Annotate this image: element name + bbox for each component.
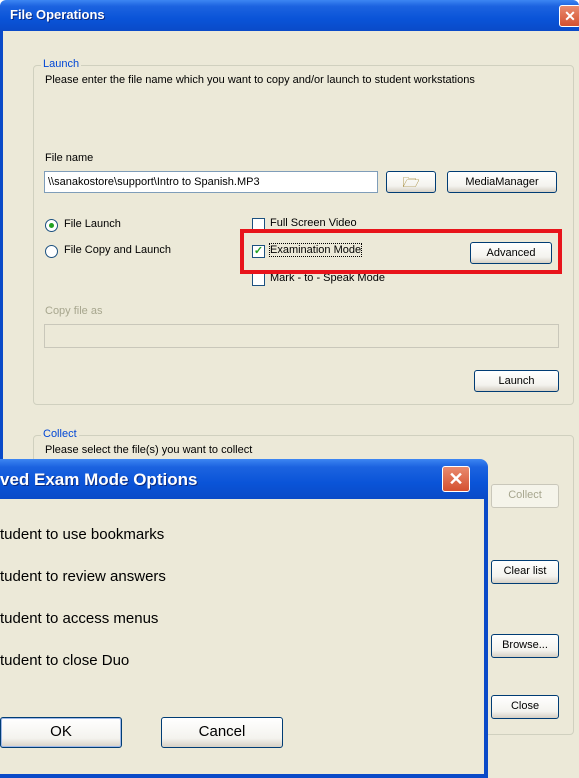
cancel-button[interactable]: Cancel [161, 717, 283, 748]
close-icon[interactable]: ✕ [559, 5, 579, 27]
collect-group-legend: Collect [41, 428, 79, 440]
option-review-answers-label[interactable]: tudent to review answers [0, 568, 166, 585]
file-copy-launch-radio[interactable] [45, 245, 58, 258]
mark-to-speak-checkbox[interactable] [252, 273, 265, 286]
close-button[interactable]: Close [491, 695, 559, 719]
file-name-input[interactable]: \\sanakostore\support\Intro to Spanish.M… [44, 171, 378, 193]
browse-button[interactable]: Browse... [491, 634, 559, 658]
full-screen-video-label: Full Screen Video [270, 217, 357, 229]
option-bookmarks-label[interactable]: tudent to use bookmarks [0, 526, 164, 543]
close-icon[interactable]: ✕ [442, 466, 470, 492]
file-launch-radio[interactable] [45, 219, 58, 232]
file-launch-label: File Launch [64, 218, 121, 230]
collect-button[interactable]: Collect [491, 484, 559, 508]
media-manager-button[interactable]: MediaManager [447, 171, 557, 193]
open-folder-icon[interactable]: 🗁 [386, 171, 436, 193]
highlight-annotation [240, 229, 562, 274]
main-titlebar[interactable]: File Operations ✕ [0, 0, 579, 31]
dialog-titlebar[interactable]: ved Exam Mode Options ✕ [0, 459, 488, 499]
window-title: File Operations [10, 7, 105, 22]
launch-button[interactable]: Launch [474, 370, 559, 392]
dialog-body: tudent to use bookmarks tudent to review… [0, 499, 488, 778]
option-close-duo-label[interactable]: tudent to close Duo [0, 652, 129, 669]
collect-instruction: Please select the file(s) you want to co… [45, 444, 253, 456]
file-copy-launch-label: File Copy and Launch [64, 244, 172, 256]
launch-group-legend: Launch [41, 58, 82, 70]
exam-mode-options-dialog: ved Exam Mode Options ✕ tudent to use bo… [0, 459, 488, 778]
clear-list-button[interactable]: Clear list [491, 560, 559, 584]
file-name-label: File name [45, 152, 94, 164]
copy-file-as-input[interactable] [44, 324, 559, 348]
option-access-menus-label[interactable]: tudent to access menus [0, 610, 158, 627]
launch-instruction: Please enter the file name which you wan… [45, 74, 475, 86]
ok-button[interactable]: OK [0, 717, 122, 748]
copy-file-as-label: Copy file as [45, 305, 103, 317]
dialog-title: ved Exam Mode Options [0, 470, 198, 489]
